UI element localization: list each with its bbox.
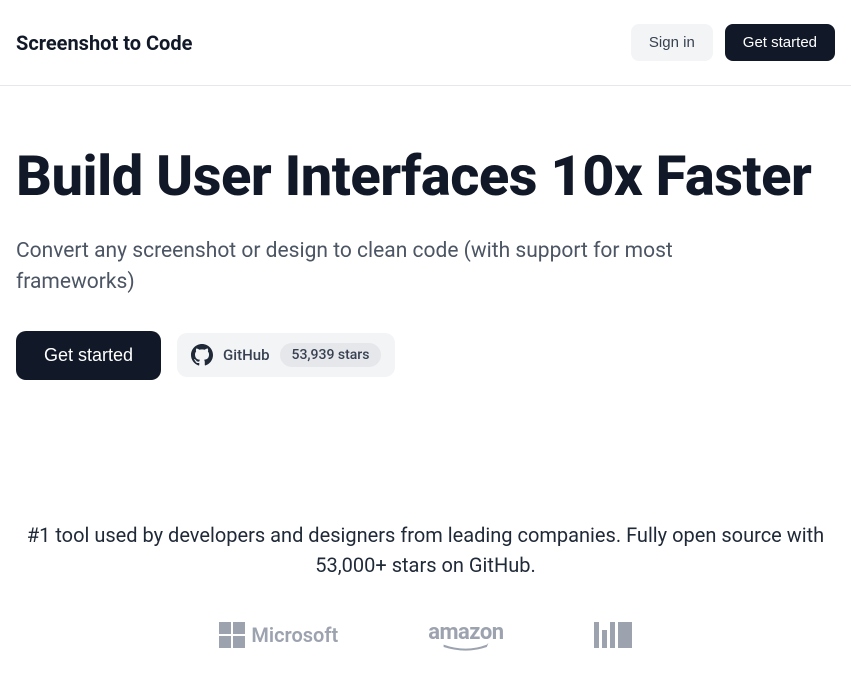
social-proof-text: #1 tool used by developers and designers… <box>26 520 826 580</box>
mit-logo <box>594 622 632 648</box>
github-link[interactable]: GitHub 53,939 stars <box>177 333 395 377</box>
hero-section: Build User Interfaces 10x Faster Convert… <box>0 86 851 420</box>
microsoft-logo: Microsoft <box>219 622 338 648</box>
social-proof-section: #1 tool used by developers and designers… <box>0 420 851 671</box>
github-icon <box>191 344 213 366</box>
hero-title: Build User Interfaces 10x Faster <box>16 146 835 208</box>
amazon-logo: amazon <box>428 620 503 651</box>
microsoft-text: Microsoft <box>251 623 338 647</box>
cta-row: Get started GitHub 53,939 stars <box>16 331 835 380</box>
header-actions: Sign in Get started <box>631 24 835 61</box>
header: Screenshot to Code Sign in Get started <box>0 0 851 86</box>
company-logos: Microsoft amazon <box>16 620 835 651</box>
get-started-hero-button[interactable]: Get started <box>16 331 161 380</box>
github-stars-badge: 53,939 stars <box>280 343 382 367</box>
amazon-text: amazon <box>428 620 503 645</box>
sign-in-button[interactable]: Sign in <box>631 24 713 61</box>
github-label: GitHub <box>223 346 269 364</box>
brand-title: Screenshot to Code <box>16 31 192 55</box>
get-started-header-button[interactable]: Get started <box>725 24 835 61</box>
hero-subtitle: Convert any screenshot or design to clea… <box>16 236 756 299</box>
microsoft-icon <box>219 622 245 648</box>
